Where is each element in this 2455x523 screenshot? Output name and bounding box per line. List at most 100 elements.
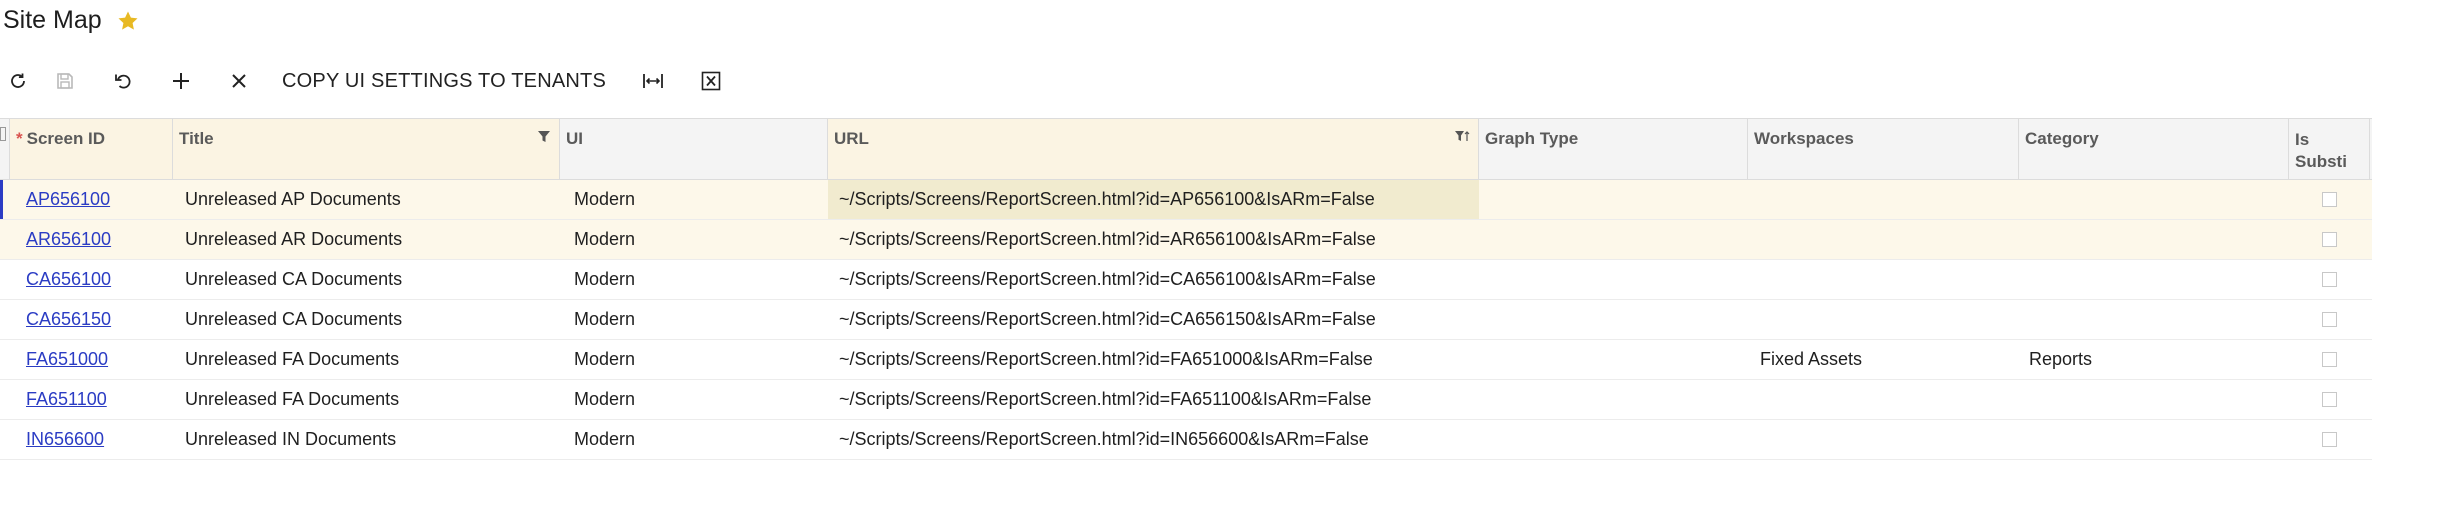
table-row[interactable]: CA656100 Unreleased CA Documents Modern ~/S… xyxy=(0,260,2372,300)
cell-workspaces[interactable]: Fixed Assets xyxy=(1748,340,2019,379)
cell-graph-type[interactable] xyxy=(1479,260,1748,299)
cell-graph-type[interactable] xyxy=(1479,300,1748,339)
favorite-star-icon[interactable] xyxy=(116,9,140,33)
cell-ui[interactable]: Modern xyxy=(560,380,828,419)
cell-graph-type[interactable] xyxy=(1479,380,1748,419)
table-row[interactable]: FA651000 Unreleased FA Documents Modern ~/S… xyxy=(0,340,2372,380)
table-row[interactable]: IN656600 Unreleased IN Documents Modern ~/S… xyxy=(0,420,2372,460)
cell-url[interactable]: ~/Scripts/Screens/ReportScreen.html?id=A… xyxy=(828,180,1479,219)
cell-title[interactable]: Unreleased AR Documents xyxy=(173,220,560,259)
fit-to-screen-button[interactable] xyxy=(624,62,682,100)
column-header-title[interactable]: Title xyxy=(173,119,560,179)
cell-category[interactable] xyxy=(2019,380,2289,419)
cell-category[interactable] xyxy=(2019,420,2289,459)
cell-ui[interactable]: Modern xyxy=(560,180,828,219)
screen-id-link[interactable]: AR656100 xyxy=(26,229,111,250)
cell-url[interactable]: ~/Scripts/Screens/ReportScreen.html?id=A… xyxy=(828,220,1479,259)
cell-screen-id[interactable]: IN656600 xyxy=(10,420,173,459)
column-header-graph-type[interactable]: Graph Type xyxy=(1479,119,1748,179)
table-row[interactable]: AP656100 Unreleased AP Documents Modern ~/S… xyxy=(0,180,2372,220)
cell-title[interactable]: Unreleased CA Documents xyxy=(173,300,560,339)
filter-sort-icon[interactable] xyxy=(1454,130,1470,144)
cell-category[interactable] xyxy=(2019,180,2289,219)
cell-ui[interactable]: Modern xyxy=(560,220,828,259)
table-row[interactable]: CA656150 Unreleased CA Documents Modern ~/S… xyxy=(0,300,2372,340)
screen-id-link[interactable]: FA651100 xyxy=(26,389,107,410)
cell-graph-type[interactable] xyxy=(1479,220,1748,259)
cell-category[interactable] xyxy=(2019,220,2289,259)
cell-title[interactable]: Unreleased AP Documents xyxy=(173,180,560,219)
save-button[interactable] xyxy=(36,62,94,100)
filter-icon[interactable] xyxy=(537,130,551,144)
copy-ui-settings-button[interactable]: COPY UI SETTINGS TO TENANTS xyxy=(268,62,624,100)
screen-id-link[interactable]: CA656100 xyxy=(26,269,111,290)
column-header-url[interactable]: URL xyxy=(828,119,1479,179)
column-header-label: URL xyxy=(834,129,869,148)
row-selector[interactable] xyxy=(0,380,10,419)
column-header-category[interactable]: Category xyxy=(2019,119,2289,179)
cell-url[interactable]: ~/Scripts/Screens/ReportScreen.html?id=F… xyxy=(828,380,1479,419)
screen-id-link[interactable]: CA656150 xyxy=(26,309,111,330)
row-selector[interactable] xyxy=(0,340,10,379)
row-selector-header[interactable] xyxy=(0,119,10,179)
row-selector[interactable] xyxy=(0,420,10,459)
cell-screen-id[interactable]: CA656100 xyxy=(10,260,173,299)
export-excel-button[interactable] xyxy=(682,62,740,100)
cell-title[interactable]: Unreleased FA Documents xyxy=(173,380,560,419)
delete-button[interactable] xyxy=(210,62,268,100)
column-header-screen-id[interactable]: * Screen ID xyxy=(10,119,173,179)
table-row[interactable]: FA651100 Unreleased FA Documents Modern ~/S… xyxy=(0,380,2372,420)
cell-workspaces[interactable] xyxy=(1748,380,2019,419)
row-selector[interactable] xyxy=(0,220,10,259)
cell-ui[interactable]: Modern xyxy=(560,260,828,299)
is-substitute-checkbox[interactable] xyxy=(2321,232,2337,247)
cell-url[interactable]: ~/Scripts/Screens/ReportScreen.html?id=C… xyxy=(828,260,1479,299)
required-marker: * xyxy=(16,129,23,148)
cell-screen-id[interactable]: FA651000 xyxy=(10,340,173,379)
cell-graph-type[interactable] xyxy=(1479,420,1748,459)
cell-category[interactable] xyxy=(2019,260,2289,299)
cell-workspaces[interactable] xyxy=(1748,220,2019,259)
cell-workspaces[interactable] xyxy=(1748,420,2019,459)
is-substitute-checkbox[interactable] xyxy=(2321,352,2337,367)
is-substitute-checkbox[interactable] xyxy=(2321,272,2337,287)
row-selector[interactable] xyxy=(0,180,10,219)
cell-ui[interactable]: Modern xyxy=(560,420,828,459)
is-substitute-checkbox[interactable] xyxy=(2321,192,2337,207)
row-selector[interactable] xyxy=(0,300,10,339)
column-header-ui[interactable]: UI xyxy=(560,119,828,179)
cell-workspaces[interactable] xyxy=(1748,180,2019,219)
is-substitute-checkbox[interactable] xyxy=(2321,392,2337,407)
undo-button[interactable] xyxy=(94,62,152,100)
cell-url[interactable]: ~/Scripts/Screens/ReportScreen.html?id=I… xyxy=(828,420,1479,459)
cell-screen-id[interactable]: FA651100 xyxy=(10,380,173,419)
is-substitute-checkbox[interactable] xyxy=(2321,432,2337,447)
row-selector[interactable] xyxy=(0,260,10,299)
cell-graph-type[interactable] xyxy=(1479,340,1748,379)
cell-screen-id[interactable]: AP656100 xyxy=(10,180,173,219)
refresh-button[interactable] xyxy=(0,62,36,100)
toolbar: COPY UI SETTINGS TO TENANTS xyxy=(0,62,740,100)
column-header-workspaces[interactable]: Workspaces xyxy=(1748,119,2019,179)
cell-category[interactable]: Reports xyxy=(2019,340,2289,379)
column-header-is-substitute[interactable]: Is Substi xyxy=(2289,119,2370,179)
cell-ui[interactable]: Modern xyxy=(560,300,828,339)
cell-screen-id[interactable]: CA656150 xyxy=(10,300,173,339)
screen-id-link[interactable]: IN656600 xyxy=(26,429,104,450)
add-button[interactable] xyxy=(152,62,210,100)
cell-url[interactable]: ~/Scripts/Screens/ReportScreen.html?id=C… xyxy=(828,300,1479,339)
cell-workspaces[interactable] xyxy=(1748,260,2019,299)
screen-id-link[interactable]: AP656100 xyxy=(26,189,110,210)
cell-graph-type[interactable] xyxy=(1479,180,1748,219)
cell-screen-id[interactable]: AR656100 xyxy=(10,220,173,259)
is-substitute-checkbox[interactable] xyxy=(2321,312,2337,327)
cell-title[interactable]: Unreleased FA Documents xyxy=(173,340,560,379)
cell-title[interactable]: Unreleased IN Documents xyxy=(173,420,560,459)
screen-id-link[interactable]: FA651000 xyxy=(26,349,108,370)
cell-workspaces[interactable] xyxy=(1748,300,2019,339)
cell-ui[interactable]: Modern xyxy=(560,340,828,379)
table-row[interactable]: AR656100 Unreleased AR Documents Modern ~/S… xyxy=(0,220,2372,260)
cell-title[interactable]: Unreleased CA Documents xyxy=(173,260,560,299)
cell-category[interactable] xyxy=(2019,300,2289,339)
cell-url[interactable]: ~/Scripts/Screens/ReportScreen.html?id=F… xyxy=(828,340,1479,379)
